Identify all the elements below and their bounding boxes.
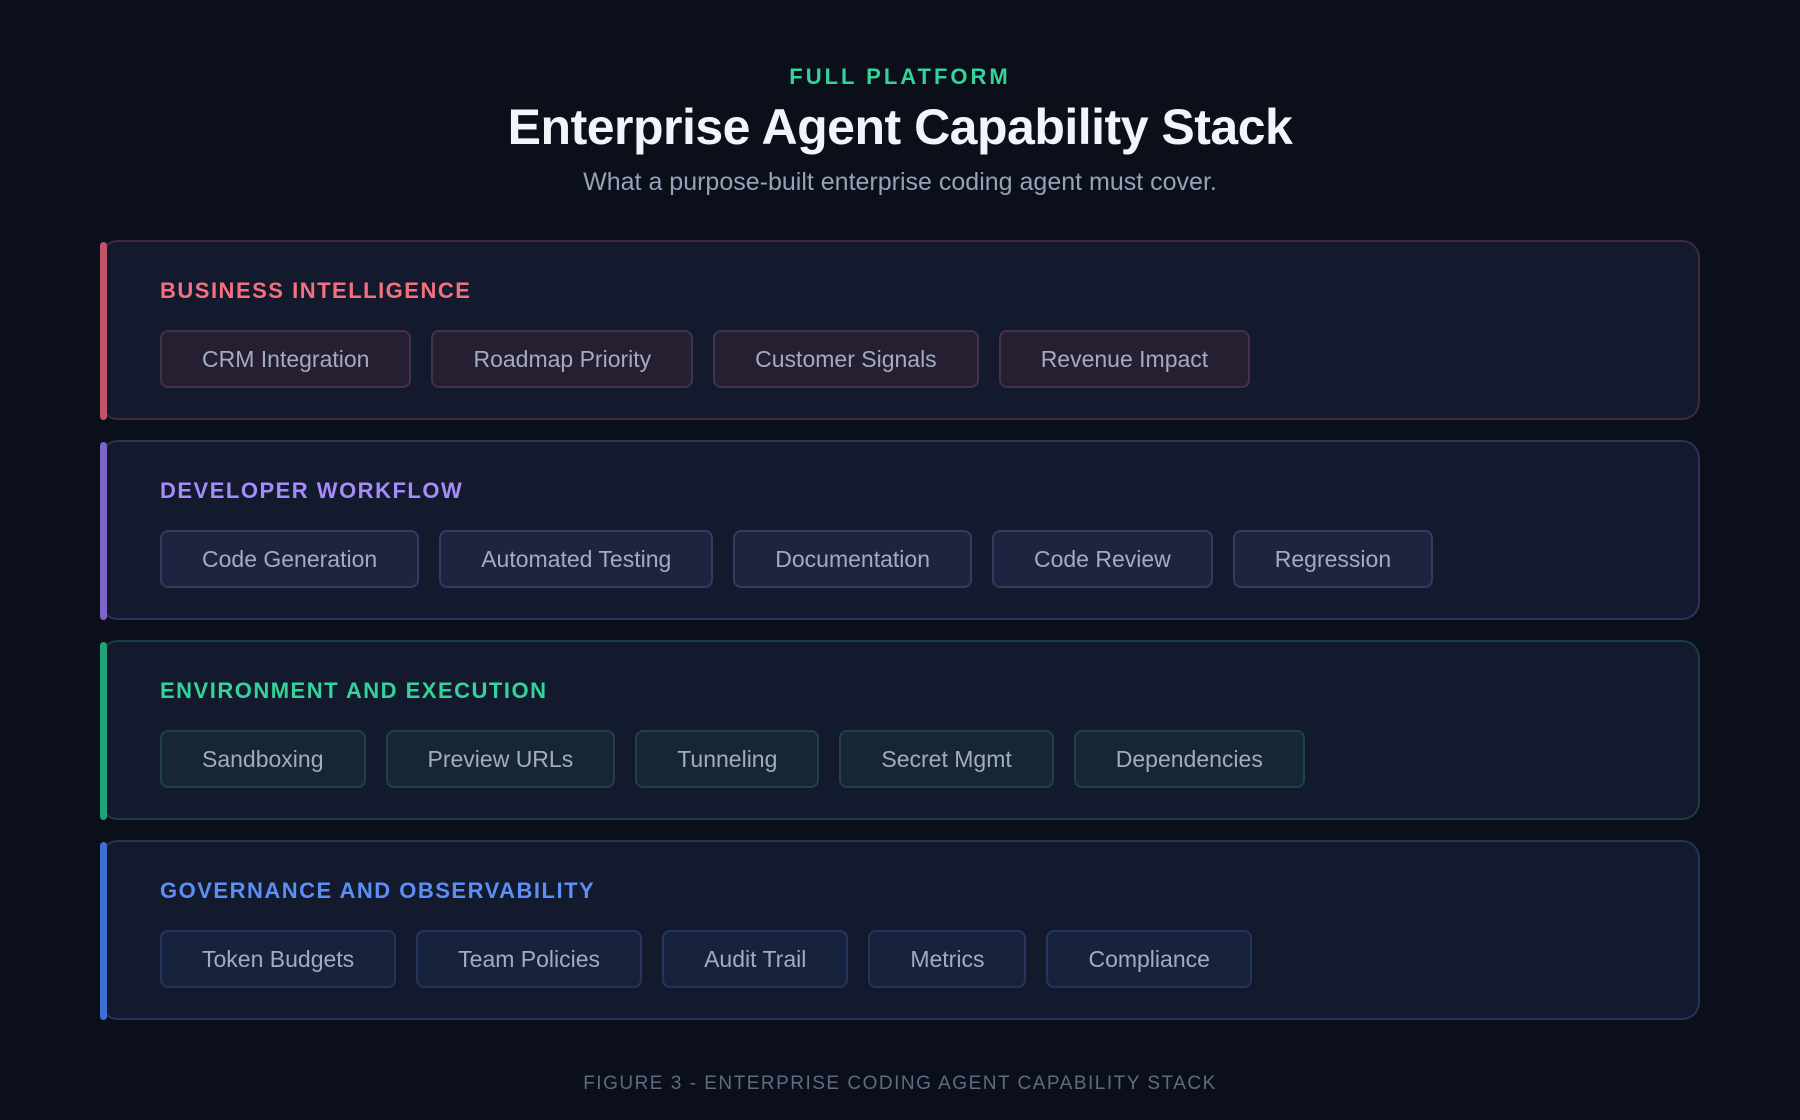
capability-stack: BUSINESS INTELLIGENCE CRM Integration Ro…: [100, 240, 1700, 1040]
page-subtitle: What a purpose-built enterprise coding a…: [583, 168, 1217, 196]
capability-chip-code-review[interactable]: Code Review: [991, 530, 1213, 588]
figure-caption: FIGURE 3 - ENTERPRISE CODING AGENT CAPAB…: [583, 1073, 1217, 1094]
layer-accent-bar: [100, 242, 107, 420]
layer-title: GOVERNANCE AND OBSERVABILITY: [160, 878, 596, 903]
capability-chip-team-policies[interactable]: Team Policies: [416, 930, 643, 988]
capability-chip-audit-trail[interactable]: Audit Trail: [662, 930, 849, 988]
capability-chip-automated-testing[interactable]: Automated Testing: [439, 530, 714, 588]
layer-accent-bar: [100, 442, 107, 620]
layer-title: DEVELOPER WORKFLOW: [160, 478, 464, 503]
capability-list: Code Generation Automated Testing Docume…: [160, 530, 1434, 588]
capability-chip-code-generation[interactable]: Code Generation: [160, 530, 420, 588]
capability-list: Token Budgets Team Policies Audit Trail …: [160, 930, 1252, 988]
capability-chip-sandboxing[interactable]: Sandboxing: [160, 730, 366, 788]
layer-title: BUSINESS INTELLIGENCE: [160, 278, 472, 303]
layer-title: ENVIRONMENT AND EXECUTION: [160, 678, 548, 703]
capability-chip-customer-signals[interactable]: Customer Signals: [713, 330, 979, 388]
capability-chip-crm-integration[interactable]: CRM Integration: [160, 330, 412, 388]
layer-developer-workflow: DEVELOPER WORKFLOW Code Generation Autom…: [100, 440, 1700, 620]
layer-environment-execution: ENVIRONMENT AND EXECUTION Sandboxing Pre…: [100, 640, 1700, 820]
capability-chip-revenue-impact[interactable]: Revenue Impact: [998, 330, 1251, 388]
eyebrow-label: FULL PLATFORM: [789, 64, 1011, 89]
layer-business-intelligence: BUSINESS INTELLIGENCE CRM Integration Ro…: [100, 240, 1700, 420]
capability-chip-dependencies[interactable]: Dependencies: [1073, 730, 1305, 788]
capability-chip-preview-urls[interactable]: Preview URLs: [385, 730, 616, 788]
capability-chip-compliance[interactable]: Compliance: [1046, 930, 1252, 988]
capability-list: CRM Integration Roadmap Priority Custome…: [160, 330, 1251, 388]
capability-chip-tunneling[interactable]: Tunneling: [635, 730, 820, 788]
layer-accent-bar: [100, 642, 107, 820]
capability-chip-token-budgets[interactable]: Token Budgets: [160, 930, 397, 988]
capability-list: Sandboxing Preview URLs Tunneling Secret…: [160, 730, 1305, 788]
layer-governance-observability: GOVERNANCE AND OBSERVABILITY Token Budge…: [100, 840, 1700, 1020]
capability-chip-metrics[interactable]: Metrics: [868, 930, 1027, 988]
capability-chip-roadmap-priority[interactable]: Roadmap Priority: [431, 330, 694, 388]
capability-chip-documentation[interactable]: Documentation: [733, 530, 972, 588]
layer-accent-bar: [100, 842, 107, 1020]
capability-chip-secret-mgmt[interactable]: Secret Mgmt: [839, 730, 1054, 788]
page-title: Enterprise Agent Capability Stack: [507, 99, 1293, 155]
capability-chip-regression[interactable]: Regression: [1232, 530, 1434, 588]
